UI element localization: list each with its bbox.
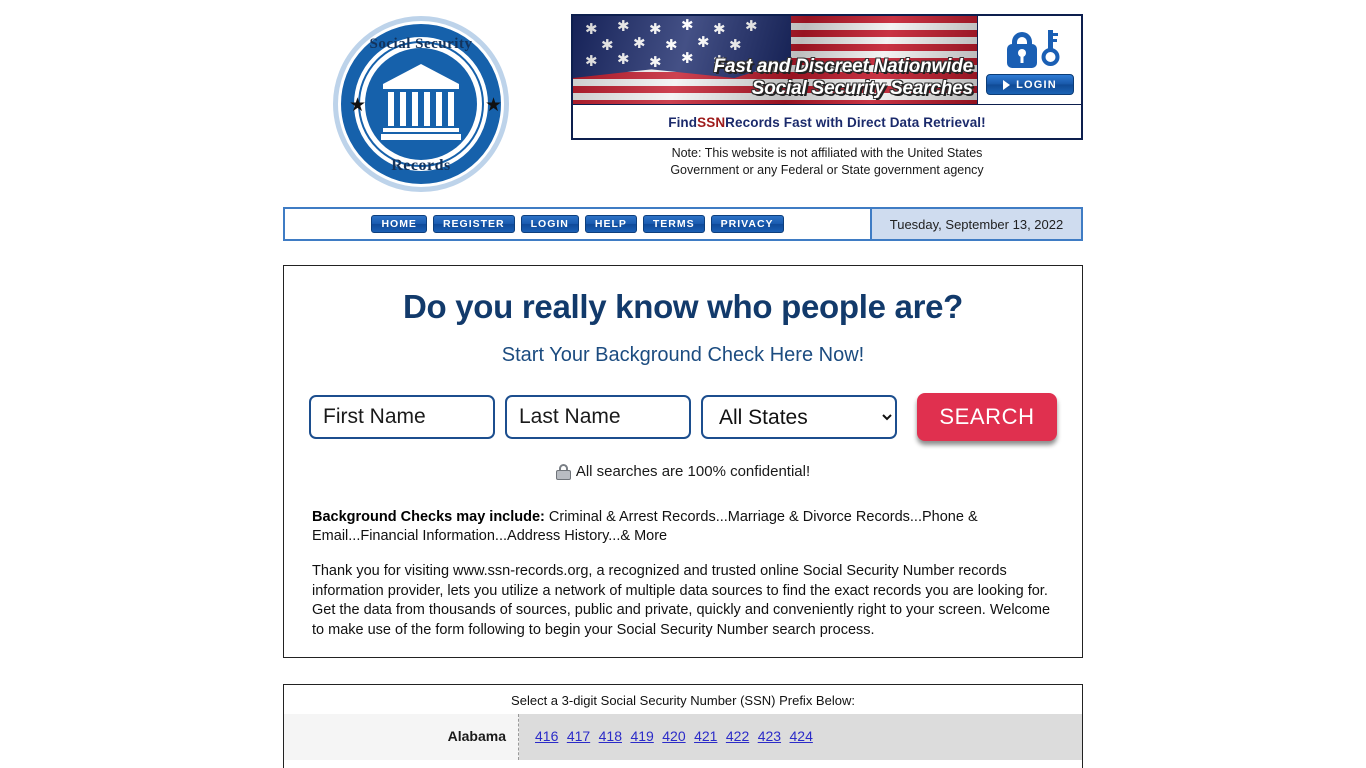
banner-login-label: LOGIN <box>1016 78 1057 91</box>
prefix-link[interactable]: 416 <box>535 728 558 744</box>
disclaimer-line-2: Government or any Federal or State gover… <box>670 163 984 177</box>
intro-paragraph: Thank you for visiting www.ssn-records.o… <box>312 563 1051 638</box>
page-root: Social Security Records ★ ★ ✱ ✱ ✱ ✱ ✱ ✱ <box>0 0 1366 768</box>
page-title: Do you really know who people are? <box>402 288 964 325</box>
seal-text-top: Social Security <box>369 36 473 52</box>
padlock-icon <box>555 463 571 480</box>
nav-button-group: HOME REGISTER LOGIN HELP TERMS PRIVACY <box>285 209 870 239</box>
nav-item-register[interactable]: REGISTER <box>432 215 515 233</box>
site-header: Social Security Records ★ ★ ✱ ✱ ✱ ✱ ✱ ✱ <box>0 0 1366 196</box>
seal-graphic: Social Security Records ★ ★ <box>333 16 509 192</box>
banner-tagline: Find SSN Records Fast with Direct Data R… <box>573 105 1081 139</box>
prefix-link[interactable]: 417 <box>567 728 590 744</box>
play-triangle-icon <box>1003 79 1011 90</box>
page-subtitle: Start Your Background Check Here Now! <box>501 344 865 366</box>
tagline-prefix: Find <box>668 114 698 130</box>
padlock-key-icon <box>998 24 1062 75</box>
background-check-label: Background Checks may include: <box>312 509 545 525</box>
search-panel: Do you really know who people are? Start… <box>283 265 1083 658</box>
prefix-section-title: Select a 3-digit Social Security Number … <box>511 693 855 708</box>
main-navigation: HOME REGISTER LOGIN HELP TERMS PRIVACY T… <box>283 207 1083 241</box>
search-form: All StatesAlabamaAlaskaArizonaArkansasCa… <box>284 393 1082 441</box>
state-select[interactable]: All StatesAlabamaAlaskaArizonaArkansasCa… <box>701 395 897 439</box>
current-date: Tuesday, September 13, 2022 <box>870 209 1081 239</box>
tagline-highlight: SSN <box>697 114 726 130</box>
affiliation-disclaimer: Note: This website is not affiliated wit… <box>571 145 1083 179</box>
prefix-table: Alabama 416 417 418 419 420 421 422 423 4… <box>284 714 1082 760</box>
banner-headline: Fast and Discreet Nationwide Social Secu… <box>573 56 974 100</box>
banner-headline-line1: Fast and Discreet Nationwide <box>713 56 974 77</box>
nav-item-help[interactable]: HELP <box>584 215 637 233</box>
prefix-link-list: 416 417 418 419 420 421 422 423 424 <box>518 714 1082 760</box>
prefix-link[interactable]: 420 <box>662 728 685 744</box>
prefix-link[interactable]: 424 <box>790 728 813 744</box>
disclaimer-line-1: Note: This website is not affiliated wit… <box>671 146 983 160</box>
nav-item-home[interactable]: HOME <box>371 215 427 233</box>
seal-text-bottom: Records <box>391 157 451 174</box>
prefix-link[interactable]: 422 <box>726 728 749 744</box>
prefix-link[interactable]: 418 <box>599 728 622 744</box>
nav-item-login[interactable]: LOGIN <box>520 215 579 233</box>
prefix-link[interactable]: 419 <box>630 728 653 744</box>
site-logo[interactable]: Social Security Records ★ ★ <box>333 16 525 208</box>
promo-banner[interactable]: ✱ ✱ ✱ ✱ ✱ ✱ ✱ ✱ ✱ ✱ ✱ ✱ ✱ ✱ ✱ <box>571 14 1083 140</box>
prefix-state-name: Alabama <box>284 714 519 760</box>
banner-login-area: LOGIN <box>977 16 1081 104</box>
confidential-text: All searches are 100% confidential! <box>575 463 811 480</box>
nav-item-terms[interactable]: TERMS <box>642 215 705 233</box>
us-flag-graphic: ✱ ✱ ✱ ✱ ✱ ✱ ✱ ✱ ✱ ✱ ✱ ✱ ✱ ✱ ✱ <box>573 16 977 104</box>
confidential-notice: All searches are 100% confidential! <box>284 463 1082 480</box>
tagline-suffix: Records Fast with Direct Data Retrieval! <box>725 114 986 130</box>
courthouse-building-icon <box>381 64 461 140</box>
background-check-line: Background Checks may include: Criminal … <box>312 508 1054 546</box>
banner-login-button[interactable]: LOGIN <box>986 74 1074 95</box>
table-row: Alabama 416 417 418 419 420 421 422 423 4… <box>284 714 1082 760</box>
last-name-input[interactable] <box>505 395 691 439</box>
prefix-link[interactable]: 421 <box>694 728 717 744</box>
prefix-table-body: Alabama 416 417 418 419 420 421 422 423 4… <box>284 714 1082 760</box>
banner-top: ✱ ✱ ✱ ✱ ✱ ✱ ✱ ✱ ✱ ✱ ✱ ✱ ✱ ✱ ✱ <box>573 16 1081 105</box>
ssn-prefix-panel: Select a 3-digit Social Security Number … <box>283 684 1083 768</box>
nav-item-privacy[interactable]: PRIVACY <box>710 215 784 233</box>
first-name-input[interactable] <box>309 395 495 439</box>
search-button[interactable]: SEARCH <box>917 393 1057 441</box>
banner-headline-line2: Social Security Searches <box>751 78 973 99</box>
prefix-link[interactable]: 423 <box>758 728 781 744</box>
